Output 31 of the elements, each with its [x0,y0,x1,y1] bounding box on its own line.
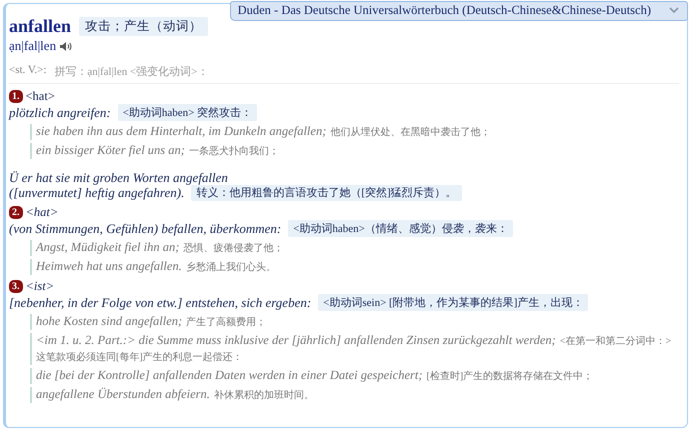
sense-number: 1. [9,90,22,103]
idiom-text: ([unvermutet] heftig angefahren). [9,186,184,200]
translation: 攻击；产生（动词） [79,17,208,36]
auxiliary-verb: <ist> [26,279,54,294]
dictionary-tab[interactable]: Duden - Das Deutsche Universalwörterbuch (Deutsch-Chinese&Chinese-Deutsch) [230,1,688,21]
idiom-text: Ü er hat sie mit groben Worten angefallen [9,171,228,185]
translation: <助动词haben> 突然攻击： [118,104,258,121]
pronunciation: ạn|fal|len [9,38,56,54]
translation: <助动词haben>（情绪、感觉）侵袭，袭来： [288,220,513,237]
example-sentence: sie haben ihn aus dem Hinterhalt, im Dunkeln angefallen; 他们从埋伏处、在黑暗中袭击了他； [30,124,679,140]
translation: 转义：他用粗鲁的言语攻击了她（[突然]猛烈斥责）。 [191,185,462,201]
definition: (von Stimmungen, Gefühlen) befallen, überkommen: [9,220,282,236]
example-sentence: angefallene Überstunden abfeiern. 补休累积的加班时间。 [30,387,679,403]
example-sentence: ein bissiger Köter fiel uns an; 一条恶犬扑向我们； [30,143,679,159]
speaker-icon[interactable] [59,40,72,52]
chevron-icon [669,7,679,14]
example-sentence: <im 1. u. 2. Part.:> die Summe muss inklusive der [jährlich] anfallenden Zinsen zurückgezahlt werden; <在第一和第二分词中：>这笔款项必须连同[每年]产生的利息一起偿还： [30,333,679,365]
example-sentence: hohe Kosten sind angefallen; 产生了高额费用； [30,314,679,330]
sense-number: 2. [9,206,22,219]
spelling-note: 拼写：ạn|fal|len <强变化动词>： [54,64,208,79]
example-sentence: die [bei der Kontrolle] anfallenden Daten werden in einer Datei gespeichert; [检查时]产生的数据将存储在文件中； [30,368,679,384]
auxiliary-verb: <hat> [26,205,58,220]
grammar-label: <st. V.>: [9,64,46,78]
definition: plötzlich angreifen: [9,104,111,120]
translation: <助动词sein> [附带地，作为某事的结果]产生，出现： [318,294,588,311]
headword: anfallen [9,16,72,37]
example-sentence: Angst, Müdigkeit fiel ihn an; 恐惧、疲倦侵袭了他； [30,240,679,256]
auxiliary-verb: <hat> [26,89,55,104]
sense-number: 3. [9,280,22,293]
definition: [nebenher, in der Folge von etw.] entstehen, sich ergeben: [9,294,312,310]
example-sentence: Heimweh hat uns angefallen. 乡愁涌上我们心头。 [30,259,679,275]
